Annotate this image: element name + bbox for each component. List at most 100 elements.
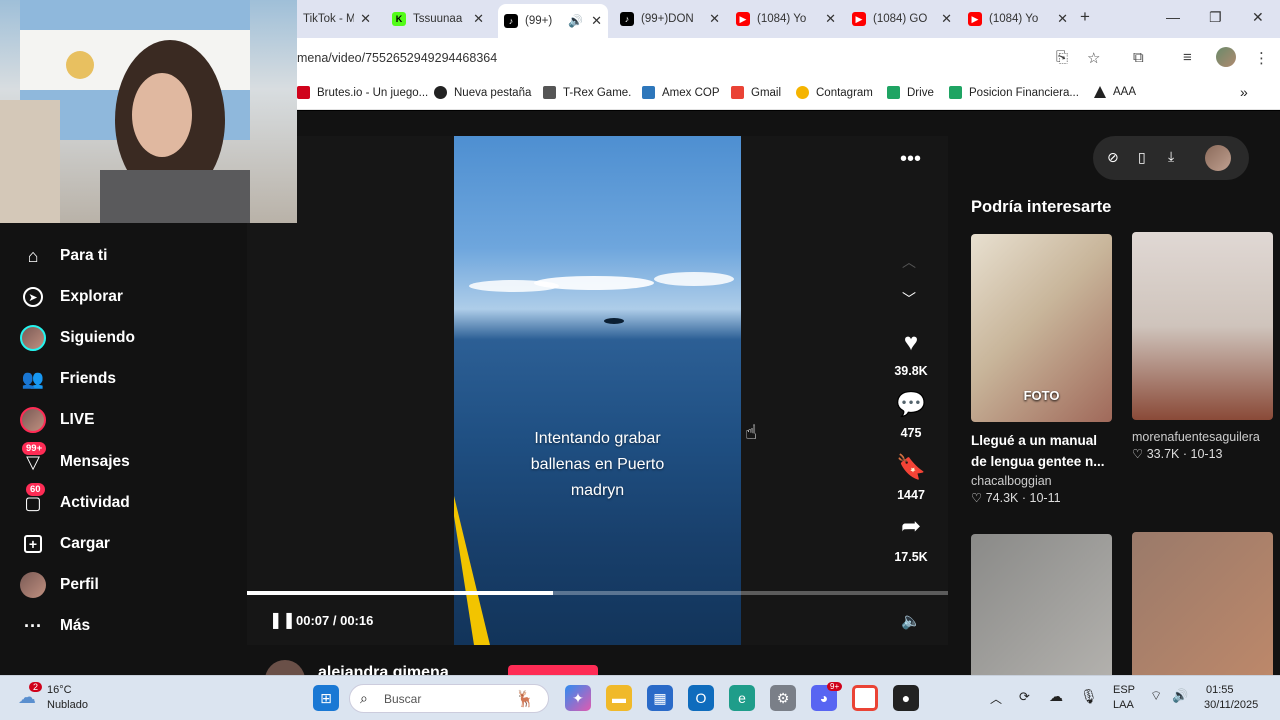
keyboard-layout[interactable]: LAA [1113, 699, 1134, 711]
volume-icon[interactable]: 🔈 [901, 611, 921, 631]
store-icon[interactable]: ▦ [647, 685, 673, 711]
comment-icon[interactable]: 💬 [881, 390, 941, 419]
bookmark-favicon [434, 86, 447, 99]
browser-tab[interactable]: ▶ (1084) Yo ✕ [730, 6, 842, 32]
bookmark-icon[interactable]: 🔖 [881, 453, 941, 482]
bookmark-item[interactable]: AAA [1094, 86, 1136, 98]
profile-avatar-icon[interactable] [1216, 47, 1236, 67]
bookmark-item[interactable]: Posicion Financiera... [949, 86, 1079, 99]
account-avatar[interactable] [1205, 145, 1231, 171]
url-field[interactable]: mena/video/7552652949294468364 [297, 51, 497, 65]
bookmark-item[interactable]: Nueva pestaña [434, 86, 531, 99]
chevron-down-icon[interactable]: ﹀ [902, 289, 916, 309]
edge-icon[interactable]: e [729, 685, 755, 711]
new-tab-icon[interactable]: + [1080, 7, 1090, 27]
suggestions-title: Podría interesarte [971, 198, 1112, 216]
media-control-icon[interactable]: ≡ [1183, 49, 1192, 66]
tab-close-icon[interactable]: ✕ [1057, 11, 1068, 27]
bookmark-item[interactable]: Amex COP [642, 86, 720, 99]
speaker-icon[interactable]: 🔊 [568, 14, 583, 28]
sidebar-item-perfil[interactable]: Perfil [20, 572, 99, 598]
sidebar-item-siguiendo[interactable]: Siguiendo [20, 325, 135, 351]
chevron-up-icon[interactable]: ︿ [902, 252, 916, 272]
sidebar-item-live[interactable]: LIVE [20, 407, 94, 433]
sidebar-item-mensajes[interactable]: ▽ 99+ Mensajes [20, 442, 130, 475]
bookmark-item[interactable]: Brutes.io - Un juego... [297, 86, 428, 99]
windows-start-icon[interactable]: ⊞ [313, 685, 339, 711]
bookmark-item[interactable]: Contagram [796, 86, 873, 99]
tab-close-icon[interactable]: ✕ [591, 13, 602, 29]
microphone-icon[interactable]: 🎙 [1080, 688, 1098, 705]
minimize-icon[interactable]: — [1166, 9, 1180, 25]
video-frame[interactable]: Intentando grabar ballenas en Puerto mad… [454, 136, 741, 645]
sidebar-item-para-ti[interactable]: ⌂ Para ti [20, 243, 108, 269]
volume-icon[interactable]: 🔊 [1172, 688, 1188, 704]
card-username[interactable]: chacalboggian [971, 474, 1112, 488]
share-icon[interactable]: ➦ [881, 512, 941, 541]
author-avatar[interactable] [265, 660, 305, 675]
browser-tab[interactable]: K Tssuunaa ✕ [386, 6, 490, 32]
browser-tab[interactable]: ♪ (99+)DON ✕ [614, 6, 726, 32]
tab-close-icon[interactable]: ✕ [825, 11, 836, 27]
tab-close-icon[interactable]: ✕ [360, 11, 371, 27]
chevron-up-icon[interactable]: ︿ [990, 690, 1002, 707]
settings-gear-icon[interactable]: ⚙ [770, 685, 796, 711]
bookmark-item[interactable]: T-Rex Game. [543, 86, 631, 99]
heart-icon[interactable]: ♥ [881, 329, 941, 357]
suggestion-card[interactable]: morenafuentesaguilera ♡ 33.7K · 10-13 [1132, 232, 1273, 461]
author-name[interactable]: alejandra gimena [318, 664, 449, 675]
download-icon[interactable]: ⤓ [1168, 148, 1174, 165]
clock-time[interactable]: 01:55 [1206, 684, 1234, 696]
tab-close-icon[interactable]: ✕ [473, 11, 484, 27]
install-app-icon[interactable]: ⎘ [1056, 49, 1068, 66]
copilot-icon[interactable]: ✦ [565, 685, 591, 711]
clock-date[interactable]: 30/11/2025 [1204, 699, 1258, 711]
bookmark-item[interactable]: Drive [887, 86, 934, 99]
menu-dots-icon[interactable]: ⋮ [1254, 49, 1269, 67]
chrome-icon[interactable] [852, 685, 878, 711]
browser-tab-active[interactable]: ♪ (99+) 🔊 ✕ [498, 4, 608, 38]
coin-icon[interactable]: ⊘ [1107, 149, 1119, 166]
progress-bar[interactable] [247, 591, 948, 595]
tab-close-icon[interactable]: ✕ [709, 11, 720, 27]
follow-button[interactable] [508, 665, 598, 675]
tab-close-icon[interactable]: ✕ [941, 11, 952, 27]
more-options-icon[interactable]: ••• [900, 148, 921, 171]
photo-overlay-label: FOTO [1023, 388, 1060, 403]
cloud-icon[interactable]: ☁ [1049, 688, 1063, 705]
bookmark-star-icon[interactable]: ☆ [1087, 49, 1100, 67]
sidebar-item-friends[interactable]: 👥 Friends [20, 366, 116, 392]
bookmark-item[interactable]: Gmail [731, 86, 781, 99]
suggestion-card[interactable] [1132, 532, 1273, 675]
bookmarks-overflow-icon[interactable]: » [1240, 84, 1248, 100]
browser-tab[interactable]: TikTok - M ✕ [297, 6, 377, 32]
close-window-icon[interactable]: ✕ [1252, 9, 1264, 26]
pause-icon[interactable]: ❚❚ [269, 610, 296, 630]
browser-tab[interactable]: ▶ (1084) GO ✕ [846, 6, 958, 32]
restore-icon[interactable]: ❐ [1209, 9, 1222, 26]
card-username[interactable]: morenafuentesaguilera [1132, 430, 1273, 444]
sidebar-item-explorar[interactable]: ➤ Explorar [20, 284, 123, 310]
app-icon[interactable]: ● [893, 685, 919, 711]
heart-outline-icon: ♡ [1132, 447, 1144, 461]
wifi-icon[interactable]: ⌔ [1150, 688, 1162, 704]
taskbar-search[interactable]: ⌕ Buscar 🦌 [349, 684, 549, 713]
bookmark-label: Posicion Financiera... [969, 86, 1079, 99]
phone-icon[interactable]: ▯ [1138, 149, 1146, 166]
language-code[interactable]: ESP [1113, 684, 1135, 696]
sidebar-item-cargar[interactable]: + Cargar [20, 531, 110, 557]
video-player[interactable]: Intentando grabar ballenas en Puerto mad… [247, 136, 948, 645]
suggestion-card[interactable] [971, 534, 1112, 675]
youtube-icon: ▶ [968, 12, 982, 26]
extensions-icon[interactable]: ⧉ [1133, 49, 1144, 66]
browser-tab[interactable]: ▶ (1084) Yo ✕ [962, 6, 1074, 32]
sidebar-item-actividad[interactable]: ▢ 60 Actividad [20, 483, 130, 516]
gmail-icon [731, 86, 744, 99]
file-explorer-icon[interactable]: ▬ [606, 685, 632, 711]
discord-badge: 9+ [827, 682, 843, 691]
sidebar-item-mas[interactable]: ··· Más [20, 613, 90, 639]
sync-icon[interactable]: ⟳ [1019, 689, 1030, 705]
sidebar-item-label: LIVE [60, 411, 95, 428]
suggestion-card[interactable]: FOTO Llegué a un manual de lengua gentee… [971, 234, 1112, 505]
outlook-icon[interactable]: O [688, 685, 714, 711]
